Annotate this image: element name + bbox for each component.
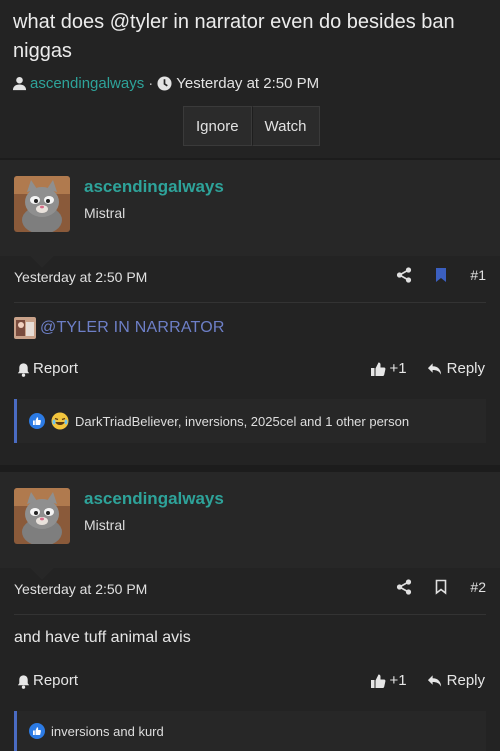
- reactions-text: inversions and kurd: [51, 723, 164, 739]
- post-number[interactable]: #1: [470, 267, 486, 283]
- ignore-button[interactable]: Ignore: [183, 106, 252, 146]
- post-2: ascendingalways Mistral Yesterday at 2:5…: [0, 472, 500, 751]
- thread-author-link[interactable]: ascendingalways: [30, 75, 144, 92]
- post-username[interactable]: ascendingalways: [84, 489, 224, 509]
- post-body: @TYLER IN NARRATOR: [14, 317, 225, 339]
- clock-icon: [157, 75, 172, 92]
- post-body: and have tuff animal avis: [14, 629, 191, 646]
- report-label: Report: [33, 672, 79, 689]
- reply-icon: [427, 672, 442, 689]
- thread-header: what does @tyler in narrator even do bes…: [0, 0, 500, 158]
- reply-button[interactable]: Reply: [427, 672, 485, 689]
- user-block-pointer: [30, 256, 54, 268]
- bell-icon: [16, 672, 31, 689]
- share-icon[interactable]: [396, 578, 412, 595]
- like-reaction-icon: [29, 723, 45, 740]
- like-reaction-icon: [29, 413, 45, 430]
- report-label: Report: [33, 360, 79, 377]
- divider: [14, 614, 486, 615]
- divider: [14, 302, 486, 303]
- post-user-title: Mistral: [84, 517, 126, 533]
- post-date[interactable]: Yesterday at 2:50 PM: [14, 581, 147, 597]
- meta-separator: ·: [148, 74, 154, 92]
- bookmark-icon[interactable]: [434, 266, 448, 283]
- reactions-bar[interactable]: inversions and kurd: [14, 711, 486, 751]
- like-count: +1: [389, 672, 407, 690]
- post-user-block: ascendingalways Mistral: [0, 472, 500, 568]
- like-button[interactable]: +1: [370, 672, 407, 689]
- report-button[interactable]: Report: [16, 672, 78, 689]
- reply-label: Reply: [446, 360, 485, 378]
- report-button[interactable]: Report: [16, 360, 78, 377]
- thread-meta: ascendingalways · Yesterday at 2:50 PM: [12, 72, 319, 94]
- reactions-text: DarkTriadBeliever, inversions, 2025cel a…: [75, 413, 410, 429]
- post-bottom-actions: +1 Reply: [370, 672, 485, 689]
- reply-icon: [427, 360, 442, 377]
- post-username[interactable]: ascendingalways: [84, 177, 224, 197]
- like-button[interactable]: +1: [370, 360, 407, 377]
- haha-reaction-icon: [51, 412, 69, 430]
- thread-timestamp[interactable]: Yesterday at 2:50 PM: [176, 75, 319, 92]
- thread-title: what does @tyler in narrator even do bes…: [13, 11, 455, 62]
- reply-button[interactable]: Reply: [427, 360, 485, 377]
- watch-button[interactable]: Watch: [251, 106, 320, 146]
- post-1: ascendingalways Mistral Yesterday at 2:5…: [0, 160, 500, 465]
- post-top-actions: #2: [396, 578, 486, 595]
- thread-button-group: Ignore Watch: [183, 106, 320, 146]
- post-date[interactable]: Yesterday at 2:50 PM: [14, 269, 147, 285]
- user-icon: [12, 75, 27, 92]
- post-number[interactable]: #2: [470, 579, 486, 595]
- reactions-bar[interactable]: DarkTriadBeliever, inversions, 2025cel a…: [14, 399, 486, 443]
- thumbs-up-icon: [370, 672, 386, 689]
- reply-label: Reply: [446, 672, 485, 690]
- mention-avatar: [14, 317, 36, 339]
- share-icon[interactable]: [396, 266, 412, 283]
- avatar[interactable]: [14, 488, 70, 544]
- post-user-title: Mistral: [84, 205, 126, 221]
- bell-icon: [16, 360, 31, 377]
- like-count: +1: [389, 360, 407, 378]
- post-bottom-actions: +1 Reply: [370, 360, 485, 377]
- bookmark-icon[interactable]: [434, 578, 448, 595]
- post-user-block: ascendingalways Mistral: [0, 160, 500, 256]
- post-top-actions: #1: [396, 266, 486, 283]
- user-mention-link[interactable]: @TYLER IN NARRATOR: [40, 319, 225, 337]
- user-block-pointer: [30, 568, 54, 580]
- avatar[interactable]: [14, 176, 70, 232]
- thumbs-up-icon: [370, 360, 386, 377]
